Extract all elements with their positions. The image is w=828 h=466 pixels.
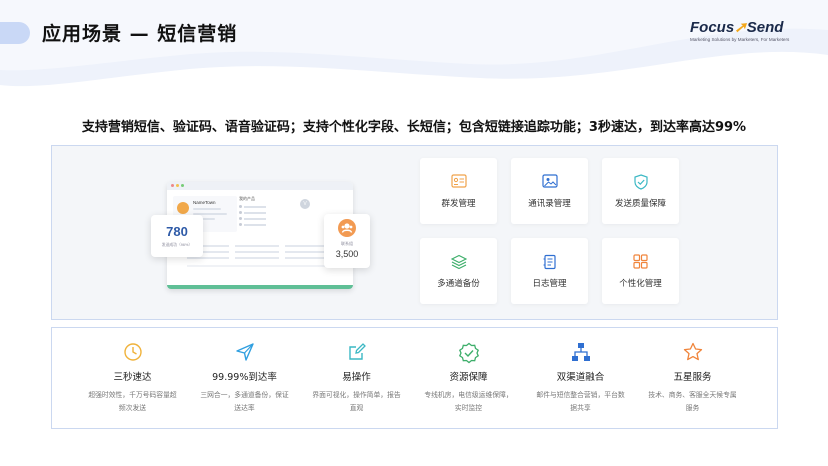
log-icon — [511, 254, 588, 270]
sent-label: 发送成功（96%） — [161, 243, 193, 247]
shield-check-icon — [602, 174, 679, 190]
feature-label: 多通道备份 — [437, 279, 480, 289]
grid-icon — [602, 254, 679, 270]
profile-name: NameTown — [193, 200, 216, 205]
mockup-titlebar — [167, 182, 353, 190]
table-row — [235, 245, 279, 247]
table-row — [285, 251, 329, 253]
advantage-title: 五星服务 — [673, 372, 712, 383]
avatar — [177, 202, 189, 214]
list-title: 我的产品 — [239, 196, 255, 201]
list-item — [239, 223, 291, 226]
table-row — [235, 251, 279, 253]
contact-group-count: 3,500 — [335, 249, 359, 259]
advantage-service: 五星服务 技术、商务、客服全天候专属服务 — [636, 328, 749, 428]
features-panel: NameTown 我的产品 V 780 发送成功（96%） 联系组 3,500 … — [51, 145, 778, 320]
table-row — [187, 257, 229, 259]
feature-card-multichannel[interactable]: 多通道备份 — [420, 238, 497, 304]
advantage-title: 双渠道融合 — [556, 372, 605, 383]
advantage-speed: 三秒速达 超强时效性，千万号码容量超频次发送 — [76, 328, 189, 428]
list-item — [239, 211, 291, 214]
table-row — [285, 257, 329, 259]
table-row — [187, 265, 329, 267]
sent-count: 780 — [166, 224, 188, 239]
advantage-title: 三秒速达 — [113, 372, 152, 383]
feature-summary: 支持营销短信、验证码、语音验证码；支持个性化字段、长短信；包含短链接追踪功能；3… — [81, 120, 747, 135]
logo-wordmark: Focus➚Send — [690, 19, 784, 36]
advantage-desc: 邮件与短信整合营销，平台数据共享 — [536, 391, 625, 412]
advantage-desc: 专线机房，电信级运维保障，实时监控 — [424, 391, 513, 412]
window-dot — [171, 184, 174, 187]
list-item — [239, 217, 291, 220]
advantage-dual-channel: 双渠道融合 邮件与短信整合营销，平台数据共享 — [524, 328, 637, 428]
layers-icon — [420, 254, 497, 270]
table-row — [285, 245, 329, 247]
feature-label: 通讯录管理 — [528, 199, 571, 209]
advantage-desc: 三网合一，多通道备份，保证送达率 — [200, 391, 289, 412]
table-row — [235, 257, 279, 259]
group-send-icon — [420, 174, 497, 190]
mockup-product-list: 我的产品 — [239, 196, 291, 232]
users-icon — [338, 219, 356, 237]
badge-check-icon — [412, 342, 525, 364]
feature-label: 群发管理 — [441, 199, 476, 209]
network-icon — [524, 342, 637, 362]
logo-tagline: Marketing Solutions by Marketers, For Ma… — [690, 37, 790, 42]
feature-card-logs[interactable]: 日志管理 — [511, 238, 588, 304]
feature-label: 发送质量保障 — [614, 199, 666, 209]
feature-card-personalize[interactable]: 个性化管理 — [602, 238, 679, 304]
advantages-panel: 三秒速达 超强时效性，千万号码容量超频次发送 99.99%到达率 三网合一，多通… — [51, 327, 778, 429]
avatar-initial: V — [300, 199, 310, 209]
contact-group-label: 联系组 — [341, 241, 353, 246]
advantage-ease: 易操作 界面可视化，操作简单，报告直观 — [300, 328, 413, 428]
advantage-desc: 超强时效性，千万号码容量超频次发送 — [88, 391, 177, 412]
mockup-footer-bar — [167, 285, 353, 289]
advantage-delivery: 99.99%到达率 三网合一，多通道备份，保证送达率 — [188, 328, 301, 428]
advantage-desc: 技术、商务、客服全天候专属服务 — [648, 391, 737, 412]
advantage-title: 99.99%到达率 — [212, 372, 277, 383]
feature-label: 日志管理 — [532, 279, 567, 289]
feature-card-group-send[interactable]: 群发管理 — [420, 158, 497, 224]
star-icon — [636, 342, 749, 362]
feature-label: 个性化管理 — [619, 279, 662, 289]
placeholder-line — [193, 208, 221, 210]
sent-success-card: 780 发送成功（96%） — [151, 215, 203, 257]
contacts-icon — [511, 174, 588, 190]
feature-card-quality[interactable]: 发送质量保障 — [602, 158, 679, 224]
mockup-tables — [187, 237, 347, 277]
advantage-desc: 界面可视化，操作简单，报告直观 — [312, 391, 401, 412]
send-arrow-icon — [188, 342, 301, 362]
page-title: 应用场景 — 短信营销 — [42, 23, 238, 45]
window-dot — [176, 184, 179, 187]
advantage-title: 易操作 — [342, 372, 371, 383]
title-accent-pill — [0, 22, 30, 44]
window-dot — [181, 184, 184, 187]
edit-icon — [300, 342, 413, 362]
brand-logo: Focus➚Send Marketing Solutions by Market… — [690, 18, 802, 42]
feature-card-contacts[interactable]: 通讯录管理 — [511, 158, 588, 224]
clock-icon — [76, 342, 189, 362]
advantage-title: 资源保障 — [449, 372, 488, 383]
contact-group-card: 联系组 3,500 — [324, 214, 370, 268]
advantage-resource: 资源保障 专线机房，电信级运维保障，实时监控 — [412, 328, 525, 428]
list-item — [239, 205, 291, 208]
